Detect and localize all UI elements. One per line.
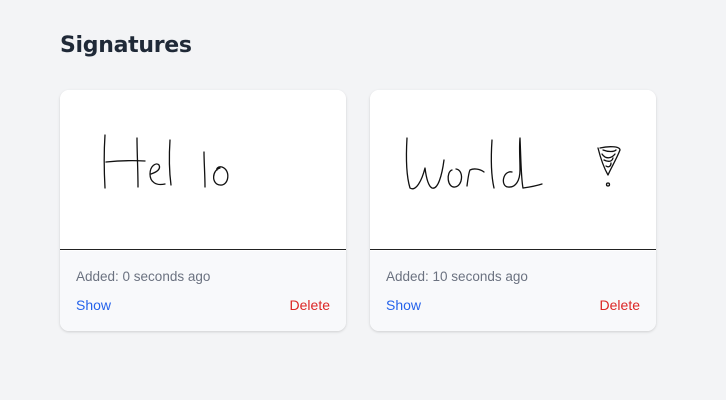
show-link[interactable]: Show bbox=[76, 297, 111, 313]
delete-link[interactable]: Delete bbox=[600, 297, 640, 313]
added-timestamp: Added: 0 seconds ago bbox=[76, 269, 211, 284]
signature-card: Added: 0 seconds ago Show Delete bbox=[60, 90, 346, 331]
added-timestamp: Added: 10 seconds ago bbox=[386, 269, 528, 284]
page-title: Signatures bbox=[60, 33, 192, 58]
show-link[interactable]: Show bbox=[386, 297, 421, 313]
handwritten-signature-world bbox=[405, 137, 621, 190]
signature-image bbox=[370, 90, 656, 250]
signature-image bbox=[60, 90, 346, 250]
delete-link[interactable]: Delete bbox=[290, 297, 330, 313]
card-footer: Added: 10 seconds ago Show Delete bbox=[370, 251, 656, 331]
handwritten-signature-hello bbox=[103, 134, 229, 189]
card-footer: Added: 0 seconds ago Show Delete bbox=[60, 251, 346, 331]
signature-card: Added: 10 seconds ago Show Delete bbox=[370, 90, 656, 331]
